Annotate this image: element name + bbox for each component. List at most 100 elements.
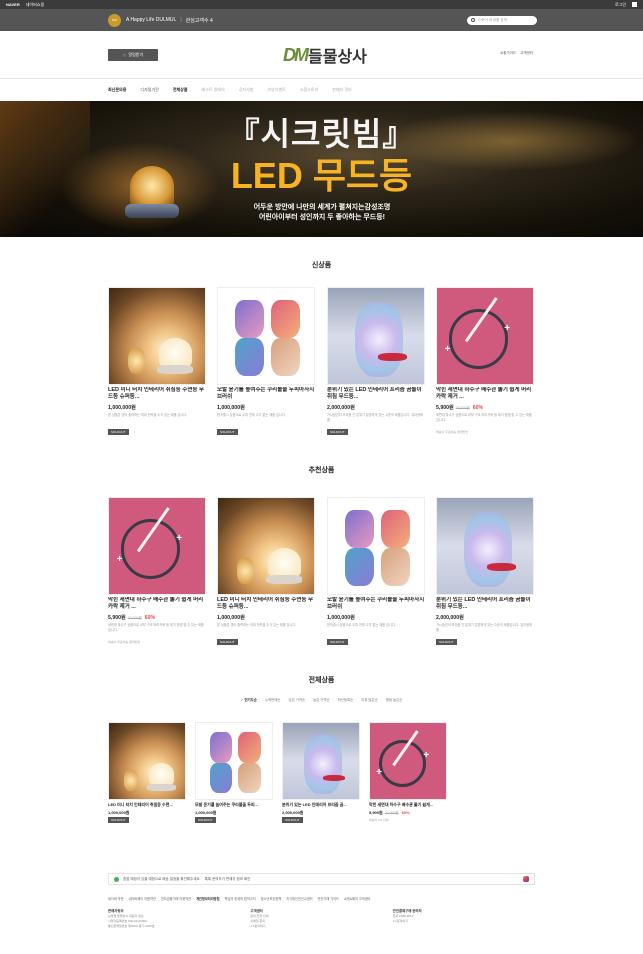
product-card[interactable]: 모발 윤기를 높여주는 쿠리볼을 두피마사지 브러쉬 1,000,000원 한국… <box>327 497 425 645</box>
sort-tab[interactable]: 최신등록순 <box>338 697 354 702</box>
search-input[interactable]: 스토어 내 상품 검색 <box>467 15 537 25</box>
logo-mark: DM <box>283 44 309 65</box>
soldout-badge: SOLDOUT <box>195 817 216 823</box>
product-name[interactable]: LED 미니 터치 인테리어 취침등 수면등 무드등 슈퍼등... <box>217 597 315 612</box>
bell-icon: ♡ <box>122 52 127 58</box>
product-name[interactable]: 모발 윤기를 높여주는 쿠리볼을 두피... <box>195 802 273 808</box>
favorite-count[interactable]: 관심고객수 4 <box>186 17 213 24</box>
product-image[interactable] <box>217 497 315 595</box>
product-image[interactable] <box>108 722 186 800</box>
naver-topbar: NAVER 네이버쇼핑 로그인 <box>0 0 643 9</box>
footer-link[interactable]: 개인정보처리방침 <box>196 896 219 901</box>
product-name[interactable]: 분위기 있는 LED 인테리어 프리즘 곰돌이 취침 무드등... <box>327 387 425 402</box>
discount-rate: 60% <box>401 810 410 815</box>
product-image[interactable]: + + <box>436 287 534 385</box>
footer-link[interactable]: 책임의 한계와 법적고지 <box>225 896 256 901</box>
service-link[interactable]: 네이버쇼핑 <box>26 2 44 8</box>
product-name[interactable]: 분위기 있는 LED 인테리어 프리즘 곰돌이 취침 무드등... <box>436 597 534 612</box>
promo-banner[interactable]: 『시크릿빔』 LED 무드등 어두운 방안에 나만의 세계가 펼쳐지는감성조명 … <box>0 101 643 237</box>
nav-item[interactable]: 리뷰이벤트 <box>267 87 285 93</box>
store-logo[interactable]: DM 들물상사 <box>283 43 367 67</box>
sort-tabs: ✓ 인기도순 누적판매순 낮은 가격순 높은 가격순 최신등록순 리뷰 많은순 평점 높은순 <box>0 697 643 702</box>
original-price: 20,000원 <box>384 811 399 815</box>
product-image[interactable] <box>436 497 534 595</box>
nav-item[interactable]: 디자털기전 <box>140 87 158 93</box>
soldout-badge: SOLDOUT <box>436 639 457 645</box>
product-image[interactable] <box>282 722 360 800</box>
product-name[interactable]: 모발 윤기를 높여주는 쿠리볼을 두피마사지 브러쉬 <box>217 387 315 402</box>
product-card[interactable]: + + 막힌 세면대 하수구 배수관 뚫기 쉽게 머리카락 제거 ... 5,90… <box>436 287 534 434</box>
cs-info: 고객센터 문의 전화 안내 이메일 문의 1:1문의하기 <box>250 909 392 929</box>
product-image[interactable] <box>195 722 273 800</box>
nav-item[interactable]: 쇼핑스토리 <box>300 87 318 93</box>
menu-icon[interactable] <box>632 2 637 7</box>
price-value: 5,900원 <box>369 810 383 815</box>
product-name[interactable]: LED 미니 터치 인테리어 취침등 수면... <box>108 802 186 808</box>
product-image[interactable] <box>108 287 206 385</box>
footer-link[interactable]: 안전거래 가이드 <box>318 896 339 901</box>
product-card[interactable]: LED 미니 터치 인테리어 취침등 수면... 1,000,000원 SOLD… <box>108 722 186 823</box>
naver-logo[interactable]: NAVER <box>6 2 20 7</box>
sort-tab[interactable]: 평점 높은순 <box>386 697 403 702</box>
footer-link[interactable]: 전자금융거래 이용약관 <box>161 896 191 901</box>
instagram-icon[interactable] <box>523 876 529 882</box>
store-name[interactable]: A Happy Life DULMUL <box>126 17 176 23</box>
product-image[interactable] <box>217 287 315 385</box>
banner-subtitle: LED 무드등 <box>230 155 413 196</box>
store-bar: DM A Happy Life DULMUL | 관심고객수 4 스토어 내 상… <box>0 9 643 31</box>
product-name[interactable]: LED 미니 터치 인테리어 취침등 수면등 무드등 슈퍼등... <box>108 387 206 402</box>
nav-item[interactable]: 판매자 정보 <box>332 87 352 93</box>
product-card[interactable]: 모발 윤기를 높여주는 쿠리볼을 두피... 1,000,000원 SOLDOU… <box>195 722 273 823</box>
seller-info-line: 통신판매업번호 제0000-경기-0000호 <box>108 924 155 928</box>
footer-link[interactable]: 지식재산권신고센터 <box>286 896 312 901</box>
cs-info-line[interactable]: 1:1문의하기 <box>250 924 392 929</box>
footer-link[interactable]: 청소년보호정책 <box>261 896 282 901</box>
product-name[interactable]: 막힌 세면대 하수구 배수관 뚫기 쉽게 머리카락 제거 ... <box>108 597 206 612</box>
nav-item[interactable]: 공지사항 <box>239 87 254 93</box>
safe-payment-line[interactable]: 1:1문의하기 <box>393 919 535 924</box>
product-name[interactable]: 막힌 세면대 하수구 배수관 뚫기 쉽게 머리카락 제거 ... <box>436 387 534 402</box>
product-card[interactable]: 분위기 있는 LED 인테리어 프리즘 곰돌이 취침 무드등... 2,000,… <box>327 287 425 435</box>
guide-link[interactable]: 쇼핑가이드 <box>500 51 516 56</box>
product-desc: 한국출시 상품으로 두피 전체 수가 없는 제품 입니다. <box>217 413 286 417</box>
nav-item[interactable]: 전체상품 <box>173 87 188 93</box>
product-name[interactable]: 분위기 있는 LED 인테리어 프리즘 곰... <box>282 802 360 808</box>
notice-links[interactable]: 톡톡 문의하기 판매자 정보 확인 <box>205 877 251 882</box>
footer-link[interactable]: 네이버 약관 <box>108 896 124 901</box>
product-price: 1,000,000원 <box>108 810 130 815</box>
sort-tab[interactable]: 낮은 가격순 <box>289 697 306 702</box>
cs-link[interactable]: 고객센터 <box>520 51 533 56</box>
login-link[interactable]: 로그인 <box>615 2 626 8</box>
product-desc: 본 상품은 영어 출력하는 최대 전력을 수가 있는 제품 입니다. <box>217 623 297 627</box>
footer-link[interactable]: 네이버페이 이용약관 <box>129 896 156 901</box>
product-name[interactable]: 막힌 세면대 하수구 배수관 뚫기 쉽게... <box>369 802 447 808</box>
product-card[interactable]: 분위기 있는 LED 인테리어 프리즘 곰... 2,000,000원 SOLD… <box>282 722 360 823</box>
nav-item[interactable]: 최신문의용 <box>108 87 126 93</box>
product-image[interactable] <box>327 497 425 595</box>
banner-caption-line: 어두운 방안에 나만의 세계가 펼쳐지는감성조명 <box>253 204 391 211</box>
product-price: 2,000,000원 <box>327 405 355 411</box>
talk-icon[interactable] <box>114 876 119 882</box>
soldout-badge: SOLDOUT <box>217 429 238 435</box>
product-card[interactable]: LED 미니 터치 인테리어 취침등 수면등 무드등 슈퍼등... 1,000,… <box>217 497 315 645</box>
product-desc: 세면대 하수구 상품으로 내부 구조 머리카락 등 제거 방법 할 수 있는 제… <box>108 623 204 632</box>
nav-item[interactable]: 베스트 알레이 <box>202 87 225 93</box>
sort-tab[interactable]: ✓ 인기도순 <box>241 697 257 702</box>
product-card[interactable]: LED 미니 터치 인테리어 취침등 수면등 무드등 슈퍼등... 1,000,… <box>108 287 206 435</box>
product-card[interactable]: 모발 윤기를 높여주는 쿠리볼을 두피마사지 브러쉬 1,000,000원 한국… <box>217 287 315 435</box>
product-image[interactable]: + + <box>108 497 206 595</box>
product-card[interactable]: + + 막힌 세면대 하수구 배수관 뚫기 쉽게 머리카락 제거 ... 5,90… <box>108 497 206 644</box>
product-name[interactable]: 모발 윤기를 높여주는 쿠리볼을 두피마사지 브러쉬 <box>327 597 425 612</box>
product-image[interactable] <box>327 287 425 385</box>
product-image[interactable]: + + <box>369 722 447 800</box>
lamp-base-image <box>125 204 179 218</box>
product-card[interactable]: 분위기 있는 LED 인테리어 프리즘 곰돌이 취침 무드등... 2,000,… <box>436 497 534 645</box>
footer-link[interactable]: 쇼핑&페이 고객센터 <box>344 896 370 901</box>
notify-button[interactable]: ♡ 알림받기 <box>108 49 158 61</box>
soldout-badge: SOLDOUT <box>217 639 238 645</box>
product-card[interactable]: + + 막힌 세면대 하수구 배수관 뚫기 쉽게... 5,900원 20,000원… <box>369 722 447 822</box>
sort-tab[interactable]: 리뷰 많은순 <box>361 697 378 702</box>
sort-tab[interactable]: 높은 가격순 <box>313 697 330 702</box>
store-logo-icon[interactable]: DM <box>108 13 121 27</box>
sort-tab[interactable]: 누적판매순 <box>265 697 281 702</box>
